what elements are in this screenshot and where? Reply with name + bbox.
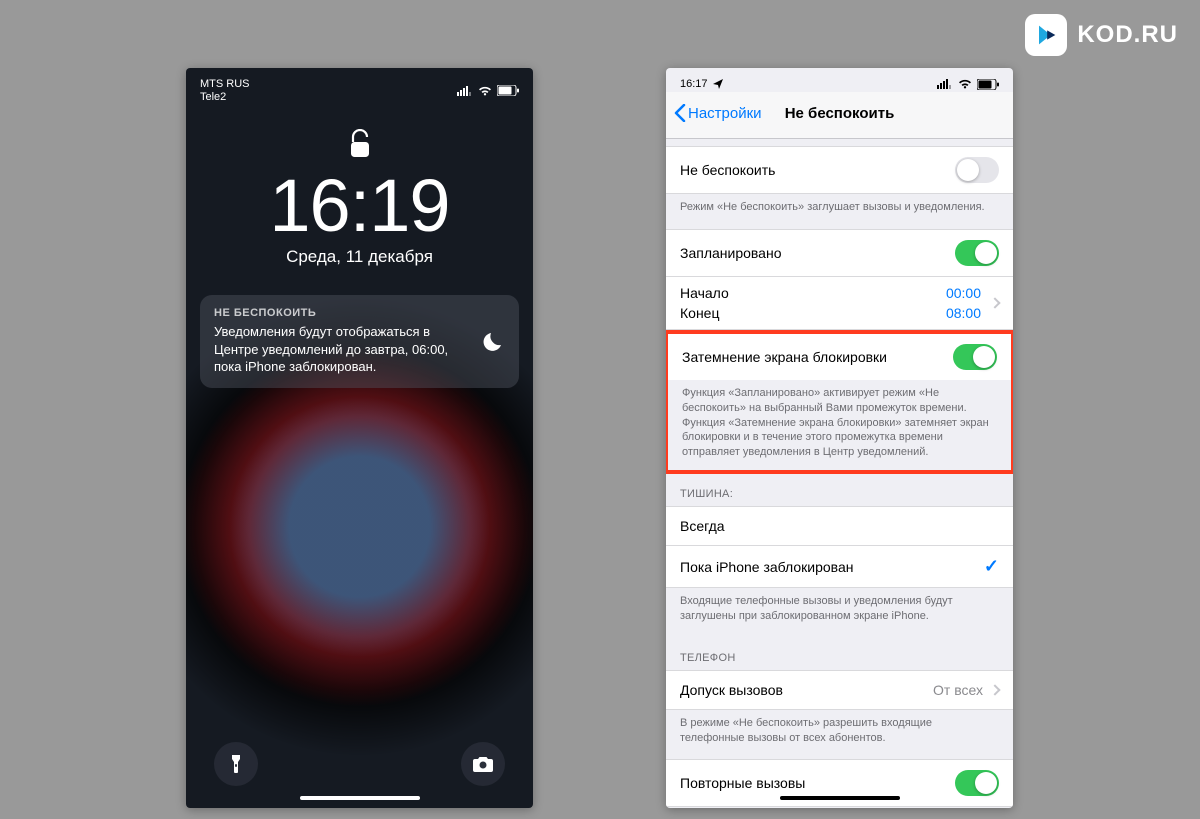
phone-header: ТЕЛЕФОН [666, 638, 1013, 670]
moon-icon [481, 330, 505, 354]
home-indicator[interactable] [780, 796, 900, 800]
chevron-right-icon [989, 684, 1000, 695]
page-title: Не беспокоить [785, 105, 895, 122]
dnd-toggle-row[interactable]: Не беспокоить [666, 146, 1013, 194]
status-bar: 16:17 [666, 68, 1013, 92]
dim-footer: Функция «Запланировано» активирует режим… [668, 380, 1011, 470]
carrier-label: MTS RUS Tele2 [200, 78, 250, 103]
back-button[interactable]: Настройки [674, 104, 762, 122]
end-label: Конец [680, 305, 719, 321]
dim-lock-row[interactable]: Затемнение экрана блокировки [668, 334, 1011, 380]
status-time: 16:17 [680, 78, 708, 90]
flashlight-icon [228, 753, 244, 775]
dnd-notification-title: НЕ БЕСПОКОИТЬ [214, 307, 467, 319]
allow-calls-footer: В режиме «Не беспокоить» разрешить входя… [666, 710, 1013, 760]
settings-phone: 16:17 Настройки Не беспокоить Не беспоко… [666, 68, 1013, 808]
brand-logo-icon [1025, 14, 1067, 56]
camera-icon [472, 755, 494, 773]
location-icon [713, 79, 723, 89]
lock-date: Среда, 11 декабря [186, 247, 533, 267]
cellular-icon [937, 79, 953, 89]
wifi-icon [958, 79, 972, 89]
battery-icon [977, 79, 999, 90]
status-bar: MTS RUS Tele2 [186, 68, 533, 105]
repeat-footer: Второй вызов одного и того же абонента в… [666, 807, 1013, 808]
allow-calls-row[interactable]: Допуск вызовов От всех [666, 670, 1013, 710]
dnd-footer: Режим «Не беспокоить» заглушает вызовы и… [666, 194, 1013, 229]
silence-always-row[interactable]: Всегда [666, 506, 1013, 546]
brand-name: KOD.RU [1077, 21, 1178, 49]
repeat-toggle[interactable] [955, 770, 999, 796]
status-icons [457, 85, 519, 96]
silence-locked-row[interactable]: Пока iPhone заблокирован ✓ [666, 546, 1013, 588]
settings-list[interactable]: Не беспокоить Режим «Не беспокоить» загл… [666, 146, 1013, 808]
nav-bar: Настройки Не беспокоить [666, 92, 1013, 139]
start-value: 00:00 [946, 285, 999, 301]
home-indicator[interactable] [300, 796, 420, 800]
chevron-left-icon [674, 104, 686, 122]
battery-icon [497, 85, 519, 96]
repeat-calls-row[interactable]: Повторные вызовы [666, 759, 1013, 807]
checkmark-icon: ✓ [984, 556, 999, 577]
silence-footer: Входящие телефонные вызовы и уведомления… [666, 588, 1013, 638]
brand-logo: KOD.RU [1025, 14, 1178, 56]
wifi-icon [478, 86, 492, 96]
start-label: Начало [680, 285, 729, 301]
lock-time: 16:19 [186, 169, 533, 243]
time-range-row[interactable]: Начало 00:00 Конец 08:00 [666, 277, 1013, 330]
end-value: 08:00 [946, 305, 999, 321]
silence-header: ТИШИНА: [666, 474, 1013, 506]
cellular-icon [457, 86, 473, 96]
flashlight-button[interactable] [214, 742, 258, 786]
camera-button[interactable] [461, 742, 505, 786]
dnd-toggle[interactable] [955, 157, 999, 183]
dim-toggle[interactable] [953, 344, 997, 370]
scheduled-row[interactable]: Запланировано [666, 229, 1013, 277]
dnd-notification-body: Уведомления будут отображаться в Центре … [214, 323, 467, 376]
scheduled-toggle[interactable] [955, 240, 999, 266]
unlock-icon [186, 129, 533, 159]
highlight-box: Затемнение экрана блокировки Функция «За… [666, 330, 1013, 474]
lockscreen-phone: MTS RUS Tele2 16:19 Среда, 11 декабря НЕ… [186, 68, 533, 808]
dnd-notification[interactable]: НЕ БЕСПОКОИТЬ Уведомления будут отобража… [200, 295, 519, 388]
